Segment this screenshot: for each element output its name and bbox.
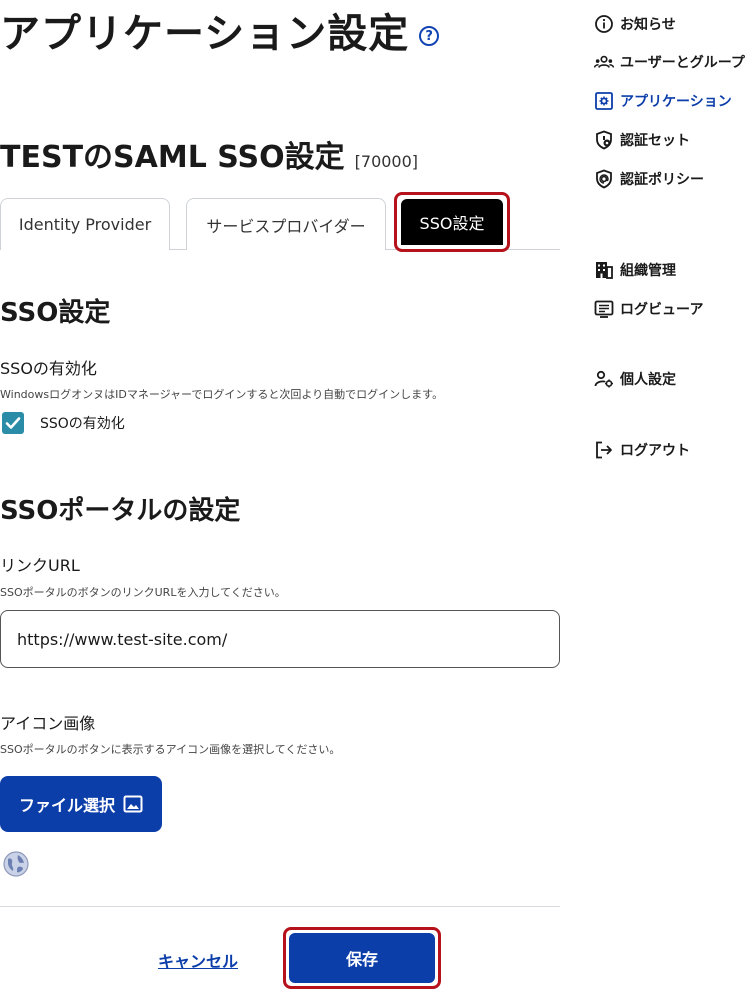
- info-icon: [595, 15, 613, 33]
- nav-item-notices[interactable]: お知らせ: [594, 14, 676, 34]
- nav-item-label: ユーザーとグループ: [620, 55, 745, 71]
- checkmark-icon: [5, 417, 21, 429]
- nav-item-log-viewer[interactable]: ログビューア: [594, 299, 703, 319]
- logout-icon: [596, 441, 612, 459]
- tab-identity-provider[interactable]: Identity Provider: [0, 198, 170, 250]
- building-icon: [596, 262, 613, 279]
- tab-bar: Identity Provider サービスプロバイダー SSO設定: [0, 192, 560, 252]
- page-title: アプリケーション設定: [0, 11, 410, 57]
- icon-image-help: SSOポータルのボタンに表示するアイコン画像を選択してください。: [0, 743, 341, 756]
- sso-enable-checkbox-row[interactable]: SSOの有効化: [2, 412, 125, 434]
- footer-divider: [0, 906, 560, 907]
- nav-item-organization[interactable]: 組織管理: [594, 260, 676, 280]
- help-icon[interactable]: ?: [419, 26, 440, 46]
- sso-section-title: SSO設定: [0, 298, 111, 328]
- page-title-row: アプリケーション設定 ?: [0, 6, 440, 62]
- tab-sso-settings[interactable]: SSO設定: [401, 199, 503, 245]
- nav-item-label: 認証セット: [620, 133, 690, 149]
- app-id: [70000]: [354, 152, 419, 171]
- shield-gear-icon: [596, 130, 612, 150]
- save-button-highlight[interactable]: 保存: [283, 927, 441, 989]
- nav-item-users-groups[interactable]: ユーザーとグループ: [594, 52, 745, 72]
- save-button[interactable]: 保存: [289, 933, 435, 983]
- app-gear-icon: [595, 92, 613, 110]
- nav-item-label: ログビューア: [620, 302, 704, 318]
- user-gear-icon: [594, 370, 613, 388]
- globe-icon: [3, 851, 29, 877]
- nav-item-label: お知らせ: [620, 17, 676, 33]
- app-heading: TESTのSAML SSO設定: [0, 140, 345, 175]
- sso-enable-help: WindowsログオンヌはIDマネージャーでログインすると次回より自動でログイン…: [0, 388, 444, 401]
- icon-image-label: アイコン画像: [0, 714, 96, 733]
- file-select-label: ファイル選択: [18, 796, 115, 815]
- link-url-label: リンクURL: [0, 556, 80, 575]
- tab-service-provider[interactable]: サービスプロバイダー: [186, 198, 386, 250]
- portal-section-title: SSOポータルの設定: [0, 496, 241, 526]
- nav-item-label: 組織管理: [620, 263, 676, 279]
- nav-item-auth-sets[interactable]: 認証セット: [594, 130, 690, 150]
- cancel-link[interactable]: キャンセル: [158, 948, 238, 972]
- nav-item-logout[interactable]: ログアウト: [594, 440, 690, 460]
- nav-item-label: 認証ポリシー: [620, 172, 704, 188]
- file-select-button[interactable]: ファイル選択: [0, 776, 162, 832]
- nav-item-personal-settings[interactable]: 個人設定: [594, 369, 676, 389]
- sso-enable-label: SSOの有効化: [0, 359, 97, 378]
- log-icon: [594, 300, 614, 318]
- nav-item-label: ログアウト: [620, 443, 690, 459]
- nav-item-label: 個人設定: [620, 372, 676, 388]
- tab-sso-settings-highlight[interactable]: SSO設定: [394, 192, 510, 252]
- shield-at-icon: [596, 169, 612, 189]
- link-url-help: SSOポータルのボタンのリンクURLを入力してください。: [0, 586, 286, 599]
- image-icon: [123, 795, 143, 813]
- sso-enable-checkbox-label: SSOの有効化: [40, 416, 125, 432]
- nav-item-auth-policy[interactable]: 認証ポリシー: [594, 169, 704, 189]
- link-url-input[interactable]: [0, 610, 560, 668]
- app-heading-row: TESTのSAML SSO設定 [70000]: [0, 132, 418, 176]
- nav-item-label: アプリケーション: [620, 94, 732, 110]
- users-icon: [594, 55, 614, 68]
- nav-item-applications[interactable]: アプリケーション: [594, 91, 732, 111]
- sso-enable-checkbox[interactable]: [2, 412, 24, 434]
